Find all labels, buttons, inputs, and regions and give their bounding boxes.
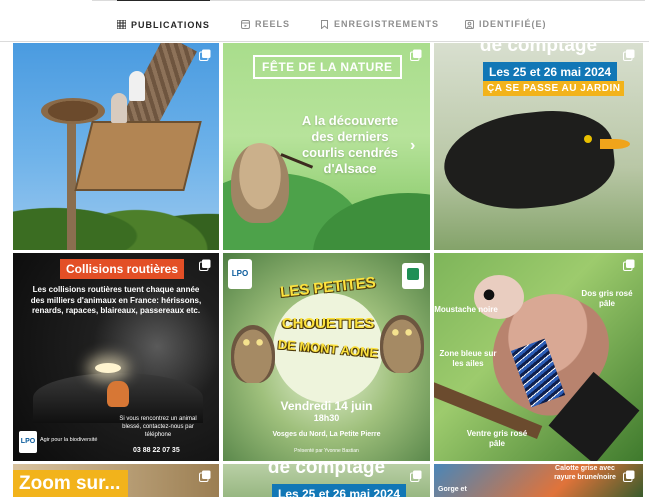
carousel-icon xyxy=(623,49,635,61)
blackbird-eye xyxy=(584,135,592,143)
bird3-label: Calotte grise avec rayure brune/noire xyxy=(554,465,616,481)
lpo-logo: LPO xyxy=(19,431,37,453)
chouettes-hour: 18h30 xyxy=(313,413,340,423)
tab-enregistrements[interactable]: ENREGISTREMENTS xyxy=(320,14,439,34)
post-collisions-routieres[interactable]: Collisions routières Les collisions rout… xyxy=(13,253,219,461)
label-zone-bleue: Zone bleue sur les ailes xyxy=(439,349,497,368)
chouettes-organizer: Présenté par Yvonne Bastian xyxy=(294,448,359,454)
post-rouge-gorge[interactable]: Calotte grise avec rayure brune/noire Go… xyxy=(434,464,643,497)
post-zoom-sur[interactable]: Zoom sur... xyxy=(13,464,219,497)
collisions-text: Les collisions routières tuent chaque an… xyxy=(30,285,202,315)
profile-tab-bar: PUBLICATIONS REELS ENREGISTREMENTS IDENT… xyxy=(0,0,649,42)
bird3-label-2: Gorge et xyxy=(438,486,467,493)
comptage-date: Les 25 et 26 mai 2024 xyxy=(483,62,618,82)
owl xyxy=(380,315,424,373)
label-moustache: Moustache noire xyxy=(434,305,498,314)
tab-publications-label: PUBLICATIONS xyxy=(131,19,210,30)
worker-figure xyxy=(129,71,145,101)
grid-icon xyxy=(117,20,126,29)
lpo-tagline: Agir pour la biodiversité xyxy=(40,437,98,443)
post-comptage-2[interactable]: de comptage Les 25 et 26 mai 2024 xyxy=(223,464,430,497)
collisions-title: Collisions routières xyxy=(60,259,185,279)
blackbird-body xyxy=(439,104,619,217)
tab-identifie-label: IDENTIFIÉ(E) xyxy=(479,19,547,29)
post-petites-chouettes[interactable]: LPO LES PETITES CHOUETTES DE MONT AONE V… xyxy=(223,253,430,461)
comptage2-header: de comptage xyxy=(267,464,386,478)
post-geai-des-chenes[interactable]: Moustache noire Dos gris rosé pâle Zone … xyxy=(434,253,643,461)
label-dos: Dos gris rosé pâle xyxy=(581,289,633,308)
comptage-header: de comptage xyxy=(479,43,598,56)
carousel-icon xyxy=(199,259,211,271)
fete-tag: FÊTE DE LA NATURE xyxy=(253,55,402,79)
chevron-right-icon: › xyxy=(410,137,416,154)
partner-logo xyxy=(402,263,424,289)
tab-reels[interactable]: REELS xyxy=(241,14,290,34)
tagged-icon xyxy=(465,19,474,29)
tab-enregistrements-label: ENREGISTREMENTS xyxy=(334,19,440,29)
collisions-note: Si vous rencontrez un animal blessé, con… xyxy=(119,416,197,438)
car-headlights xyxy=(95,363,121,373)
worker-figure xyxy=(111,93,127,123)
bookmark-icon xyxy=(321,19,328,29)
post-comptage-merle[interactable]: de comptage Les 25 et 26 mai 2024 ÇA SE … xyxy=(434,43,643,250)
carousel-icon xyxy=(199,49,211,61)
lpo-logo: LPO xyxy=(228,259,252,289)
reels-icon xyxy=(241,19,250,29)
post-storks-nest[interactable] xyxy=(13,43,219,250)
carousel-icon xyxy=(410,470,422,482)
tab-reels-label: REELS xyxy=(255,19,291,29)
owl xyxy=(231,325,275,383)
profile-grid-page: PUBLICATIONS REELS ENREGISTREMENTS IDENT… xyxy=(0,0,649,497)
chouettes-date: Vendredi 14 juin xyxy=(280,399,373,413)
chouettes-title-2: CHOUETTES xyxy=(281,315,375,332)
collisions-phone: 03 88 22 07 35 xyxy=(133,447,180,454)
carousel-icon xyxy=(410,49,422,61)
crane-bucket xyxy=(74,121,202,191)
blackbird-beak xyxy=(600,139,630,149)
comptage-subtitle: ÇA SE PASSE AU JARDIN xyxy=(483,81,625,96)
tab-identifie[interactable]: IDENTIFIÉ(E) xyxy=(465,14,547,34)
zoom-tag: Zoom sur... xyxy=(13,470,129,497)
tab-publications[interactable]: PUBLICATIONS xyxy=(117,0,210,34)
comptage2-date: Les 25 et 26 mai 2024 xyxy=(272,484,407,497)
label-ventre: Ventre gris rosé pâle xyxy=(466,429,528,448)
chouettes-place: Vosges du Nord, La Petite Pierre xyxy=(272,431,381,438)
fox xyxy=(107,381,129,407)
post-fete-nature[interactable]: FÊTE DE LA NATURE A la découverte des de… xyxy=(223,43,430,250)
carousel-icon xyxy=(199,470,211,482)
carousel-icon xyxy=(623,470,635,482)
carousel-icon xyxy=(623,259,635,271)
